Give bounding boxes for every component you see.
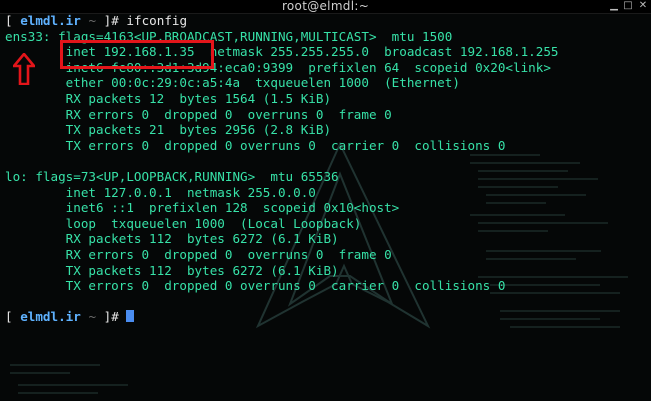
lo-tx-errors-line: TX errors 0 dropped 0 overruns 0 carrier… (5, 278, 506, 294)
minimize-button[interactable]: ▁ (609, 1, 619, 11)
command-text: ifconfig (126, 13, 188, 28)
prompt-hostname: elmdl.ir (20, 13, 81, 28)
up-arrow-icon (13, 53, 35, 85)
ens33-ether-line: ether 00:0c:29:0c:a5:4a txqueuelen 1000 … (5, 75, 460, 91)
lo-rx-errors-line: RX errors 0 dropped 0 overruns 0 frame 0 (5, 246, 392, 262)
terminal-window: root@elmdl:~ ▁ □ ✕ [elmdl.ir ~]# ifcon… (0, 0, 651, 401)
prompt-open-bracket: [ (5, 13, 13, 28)
prompt-close-bracket: ]# (103, 309, 119, 325)
title-bar[interactable]: root@elmdl:~ ▁ □ ✕ (0, 0, 651, 14)
prompt-open-bracket: [ (5, 309, 13, 325)
ip-address-highlight-box (60, 40, 214, 69)
prompt-directory: ~ (88, 13, 97, 28)
ens33-tx-errors-line: TX errors 0 dropped 0 overruns 0 carrier… (5, 137, 506, 153)
lo-loop-line: loop txqueuelen 1000 (Local Loopback) (5, 215, 362, 231)
window-title: root@elmdl:~ (281, 0, 370, 13)
ens33-tx-packets-line: TX packets 21 bytes 2956 (2.8 KiB) (5, 122, 332, 138)
prompt-hostname: elmdl.ir (20, 309, 81, 325)
lo-header-line: lo: flags=73<UP,LOOPBACK,RUNNING> mtu 65… (5, 168, 339, 184)
lo-tx-packets-line: TX packets 112 bytes 6272 (6.1 KiB) (5, 262, 339, 278)
close-button[interactable]: ✕ (638, 1, 648, 11)
lo-inet-line: inet 127.0.0.1 netmask 255.0.0.0 (5, 184, 316, 200)
ens33-rx-packets-line: RX packets 12 bytes 1564 (1.5 KiB) (5, 90, 332, 106)
maximize-button[interactable]: □ (623, 1, 633, 11)
prompt-line: [ elmdl.ir ~ ]# ifconfig (5, 13, 645, 29)
prompt-close-bracket: ]# (103, 13, 119, 28)
prompt-line-current[interactable]: [ elmdl.ir ~ ]# (5, 309, 645, 325)
text-cursor[interactable] (126, 310, 135, 323)
ens33-rx-errors-line: RX errors 0 dropped 0 overruns 0 frame 0 (5, 106, 392, 122)
prompt-directory: ~ (88, 309, 97, 325)
lo-inet6-line: inet6 ::1 prefixlen 128 scopeid 0x10<hos… (5, 200, 400, 216)
lo-rx-packets-line: RX packets 112 bytes 6272 (6.1 KiB) (5, 231, 339, 247)
